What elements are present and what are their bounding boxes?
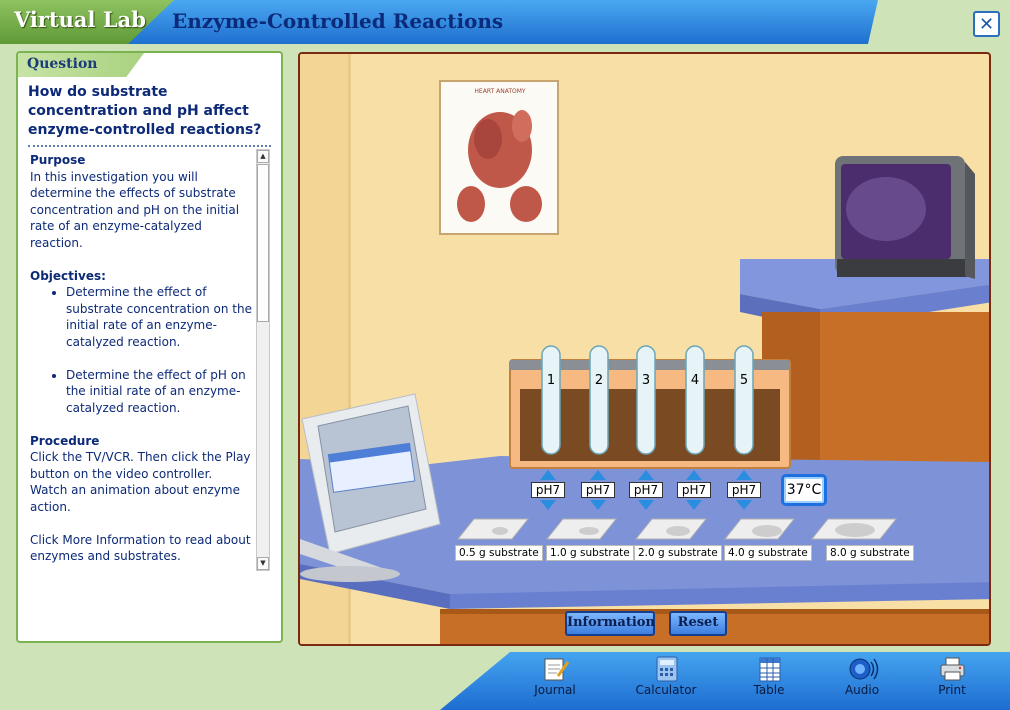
- tube-number: 5: [739, 373, 749, 388]
- calculator-button[interactable]: Calculator: [626, 656, 706, 697]
- scrollbar[interactable]: ▲ ▼: [256, 149, 270, 571]
- print-button[interactable]: Print: [912, 656, 992, 697]
- table-label: Table: [753, 683, 785, 697]
- substrate-dish-label[interactable]: 0.5 g substrate: [455, 545, 543, 561]
- substrate-dish-label[interactable]: 8.0 g substrate: [826, 545, 914, 561]
- ph-up-button[interactable]: [638, 470, 654, 480]
- ph-down-button[interactable]: [736, 500, 752, 510]
- tube-number: 3: [641, 373, 651, 388]
- procedure-heading: Procedure: [30, 433, 100, 448]
- ph-up-button[interactable]: [736, 470, 752, 480]
- reset-button[interactable]: Reset: [669, 611, 727, 636]
- ph-value: pH7: [629, 482, 663, 498]
- lab-scene: HEART ANATOMY 1 2 3 4 5 pH7 pH7 pH7 pH7 …: [298, 52, 991, 646]
- question-panel: Question How do substrate concentration …: [16, 51, 283, 643]
- scroll-up-icon[interactable]: ▲: [257, 150, 269, 163]
- audio-label: Audio: [844, 683, 880, 697]
- divider: [28, 145, 271, 147]
- purpose-heading: Purpose: [30, 153, 86, 167]
- close-button[interactable]: ✕: [973, 11, 1000, 37]
- journal-icon: [544, 658, 570, 681]
- tube-number: 2: [594, 373, 604, 388]
- ph-value: pH7: [531, 482, 565, 498]
- ph-down-button[interactable]: [686, 500, 702, 510]
- ph-down-button[interactable]: [638, 500, 654, 510]
- purpose-text: In this investigation you will determine…: [30, 169, 240, 250]
- journal-button[interactable]: Journal: [515, 656, 595, 697]
- objectives-list: Determine the effect of substrate concen…: [66, 284, 252, 416]
- ph-value: pH7: [677, 482, 711, 498]
- procedure-text-2: Click More Information to read about enz…: [30, 532, 251, 564]
- substrate-dish-label[interactable]: 2.0 g substrate: [634, 545, 722, 561]
- tube-number: 4: [690, 373, 700, 388]
- calculator-icon: [656, 656, 678, 682]
- ph-up-button[interactable]: [686, 470, 702, 480]
- journal-label: Journal: [534, 683, 576, 697]
- ph-value: pH7: [581, 482, 615, 498]
- scroll-down-icon[interactable]: ▼: [257, 557, 269, 570]
- list-item: Determine the effect of substrate concen…: [66, 284, 252, 350]
- audio-button[interactable]: Audio: [822, 656, 902, 697]
- temperature-display[interactable]: 37°C: [781, 474, 827, 506]
- print-label: Print: [938, 683, 966, 697]
- close-icon: ✕: [978, 13, 995, 35]
- page-title: Enzyme-Controlled Reactions: [172, 9, 504, 33]
- print-icon: [940, 657, 965, 681]
- app-logo: Virtual Lab: [14, 7, 146, 32]
- list-item: Determine the effect of pH on the initia…: [66, 367, 252, 417]
- calculator-label: Calculator: [635, 683, 697, 697]
- tube-number: 1: [546, 373, 556, 388]
- audio-icon: [849, 658, 879, 680]
- table-button[interactable]: Table: [729, 656, 809, 697]
- ph-down-button[interactable]: [540, 500, 556, 510]
- question-tab-label: Question: [27, 56, 98, 72]
- substrate-dish-label[interactable]: 1.0 g substrate: [546, 545, 634, 561]
- instructions-scroll-area[interactable]: Purpose In this investigation you will d…: [30, 152, 252, 572]
- scroll-thumb[interactable]: [257, 164, 269, 322]
- procedure-text: Click the TV/VCR. Then click the Play bu…: [30, 450, 251, 514]
- table-icon: [759, 657, 781, 682]
- ph-down-button[interactable]: [590, 500, 606, 510]
- ph-value: pH7: [727, 482, 761, 498]
- ph-up-button[interactable]: [540, 470, 556, 480]
- substrate-dish-label[interactable]: 4.0 g substrate: [724, 545, 812, 561]
- ph-up-button[interactable]: [590, 470, 606, 480]
- objectives-heading: Objectives:: [30, 268, 106, 283]
- information-button[interactable]: Information: [565, 611, 655, 636]
- question-text: How do substrate concentration and pH af…: [28, 84, 262, 138]
